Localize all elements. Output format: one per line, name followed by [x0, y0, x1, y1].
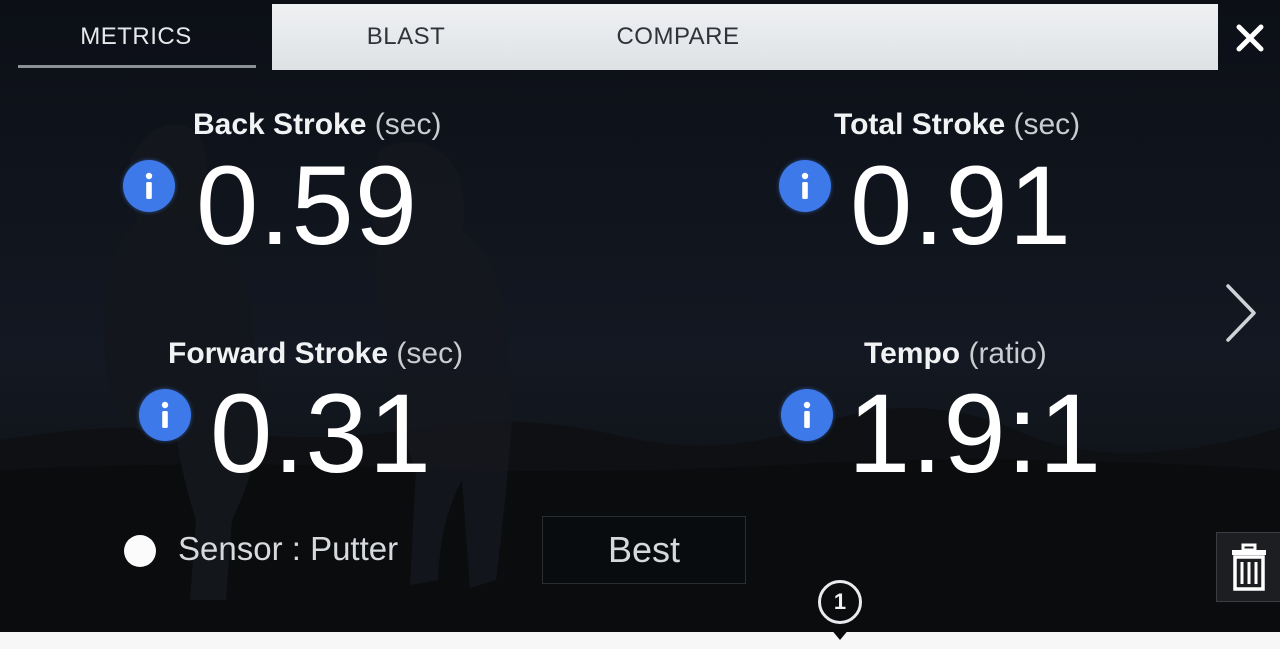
info-icon [145, 172, 153, 199]
page-number: 1 [833, 589, 847, 614]
bottom-bar [0, 632, 1280, 649]
tempo-info-button[interactable] [781, 389, 833, 441]
back-stroke-info-button[interactable] [123, 160, 175, 212]
tab-metrics[interactable]: METRICS [0, 4, 272, 70]
metric-tempo-title: Tempo [864, 337, 961, 370]
next-page-button[interactable] [1218, 278, 1264, 348]
delete-button[interactable] [1216, 532, 1280, 602]
metric-forward-stroke-title: Forward Stroke [168, 337, 389, 370]
best-button[interactable]: Best [542, 516, 746, 584]
total-stroke-info-button[interactable] [779, 160, 831, 212]
tab-compare-label: COMPARE [616, 23, 740, 50]
metric-back-stroke-title: Back Stroke [193, 108, 367, 141]
metric-tempo-label: Tempo (ratio) [864, 337, 1047, 371]
metrics-screen: METRICS BLAST COMPARE Back Stroke (sec) … [0, 0, 1280, 649]
metric-forward-stroke-label: Forward Stroke (sec) [168, 337, 463, 371]
metric-total-stroke-label: Total Stroke (sec) [834, 108, 1080, 142]
page-indicator: 1 [818, 580, 862, 624]
info-icon [801, 172, 809, 199]
trash-icon [1232, 543, 1266, 591]
tab-blast-label: BLAST [366, 23, 446, 50]
forward-stroke-info-button[interactable] [139, 389, 191, 441]
metric-back-stroke-value: 0.59 [196, 143, 418, 268]
metric-total-stroke-title: Total Stroke [834, 108, 1006, 141]
metric-tempo-unit: (ratio) [968, 337, 1047, 370]
info-icon [803, 401, 811, 428]
tab-metrics-label: METRICS [80, 23, 192, 50]
close-icon [1236, 24, 1264, 52]
metric-back-stroke-label: Back Stroke (sec) [193, 108, 441, 142]
metric-back-stroke-unit: (sec) [374, 108, 442, 141]
chevron-right-icon [1226, 284, 1256, 342]
info-icon [161, 401, 169, 428]
metric-total-stroke-unit: (sec) [1013, 108, 1081, 141]
metric-forward-stroke-unit: (sec) [396, 337, 464, 370]
sensor-status-dot [124, 535, 156, 567]
tab-blast[interactable]: BLAST [300, 4, 512, 70]
tab-bar: METRICS BLAST COMPARE [0, 0, 1218, 72]
sensor-label: Sensor : Putter [178, 530, 399, 567]
metric-total-stroke-value: 0.91 [850, 143, 1072, 268]
metric-forward-stroke-value: 0.31 [210, 371, 432, 496]
close-button[interactable] [1226, 14, 1274, 62]
bottom-pointer-notch [830, 628, 850, 640]
active-tab-underline [18, 65, 256, 68]
tab-compare[interactable]: COMPARE [570, 4, 786, 70]
best-button-label: Best [607, 529, 681, 570]
metric-tempo-value: 1.9:1 [848, 371, 1103, 496]
